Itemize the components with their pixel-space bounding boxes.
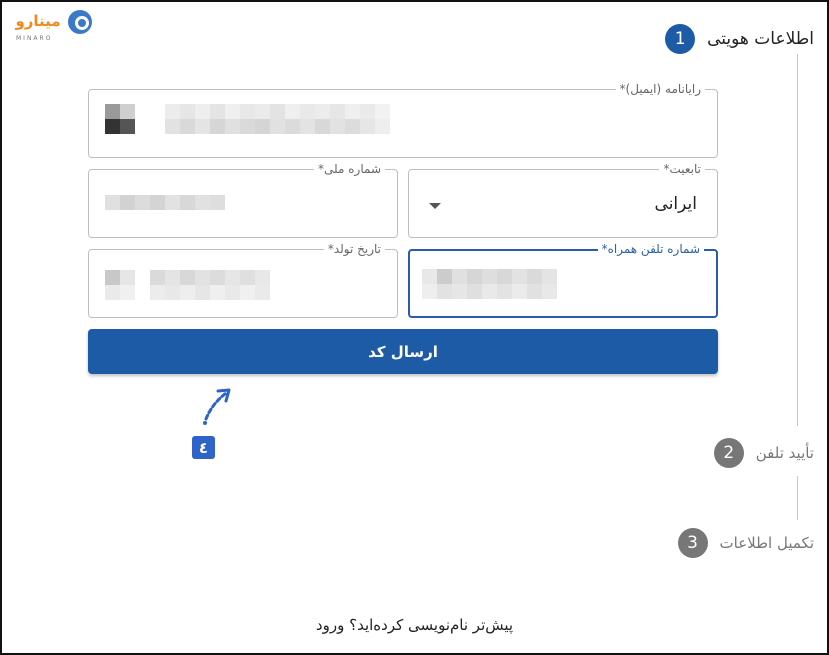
step-label: تکمیل اطلاعات (719, 534, 814, 552)
mobile-phone-value-redacted (422, 269, 557, 284)
stepper-connector (797, 54, 798, 426)
step-number: 3 (677, 528, 708, 558)
logo-subtitle: MINARO (16, 35, 53, 42)
email-value-redacted (105, 119, 390, 134)
email-value-redacted (105, 104, 390, 119)
minaro-logo[interactable]: مینارو MINARO (10, 10, 100, 42)
national-id-value-redacted (105, 195, 225, 210)
step-phone-verify[interactable]: 2 تأیید تلفن (713, 438, 814, 468)
step-number: 1 (665, 24, 696, 54)
step-label: تأیید تلفن (755, 444, 814, 462)
national-id-field[interactable]: شماره ملی* (88, 161, 398, 238)
login-prompt-text: پیش‌تر نام‌نویسی کرده‌اید؟ (349, 616, 514, 634)
annotation-arrow-icon (203, 388, 231, 425)
mobile-phone-label: شماره تلفن همراه* (597, 241, 704, 257)
nationality-label: تابعیت* (659, 161, 705, 177)
annotation-badge: ٤ (192, 436, 215, 459)
logo-icon (68, 10, 92, 34)
login-prompt: پیش‌تر نام‌نویسی کرده‌اید؟ ورود (0, 616, 829, 634)
logo-wordmark: مینارو (15, 12, 61, 30)
step-number: 2 (713, 438, 744, 468)
mobile-phone-field[interactable]: شماره تلفن همراه* (408, 241, 718, 318)
birth-date-value-redacted (105, 270, 270, 285)
birth-date-label: تاریخ تولد* (323, 241, 385, 257)
birth-date-value-redacted (105, 285, 270, 300)
send-code-button[interactable]: ارسال کد (88, 329, 718, 374)
step-complete-info[interactable]: 3 تکمیل اطلاعات (677, 528, 814, 558)
step-label: اطلاعات هویتی (707, 29, 814, 49)
email-field[interactable]: رایانامه (ایمیل)* (88, 81, 718, 158)
mobile-phone-value-redacted (422, 284, 557, 299)
birth-date-field[interactable]: تاریخ تولد* (88, 241, 398, 318)
national-id-label: شماره ملی* (314, 161, 385, 177)
stepper-connector (797, 476, 798, 520)
chevron-down-icon[interactable] (429, 203, 441, 209)
login-link[interactable]: ورود (316, 616, 344, 634)
email-label: رایانامه (ایمیل)* (615, 81, 705, 97)
nationality-select[interactable]: تابعیت* ایرانی (408, 161, 718, 238)
nationality-value: ایرانی (654, 194, 697, 214)
step-identity[interactable]: 1 اطلاعات هویتی (665, 24, 814, 54)
